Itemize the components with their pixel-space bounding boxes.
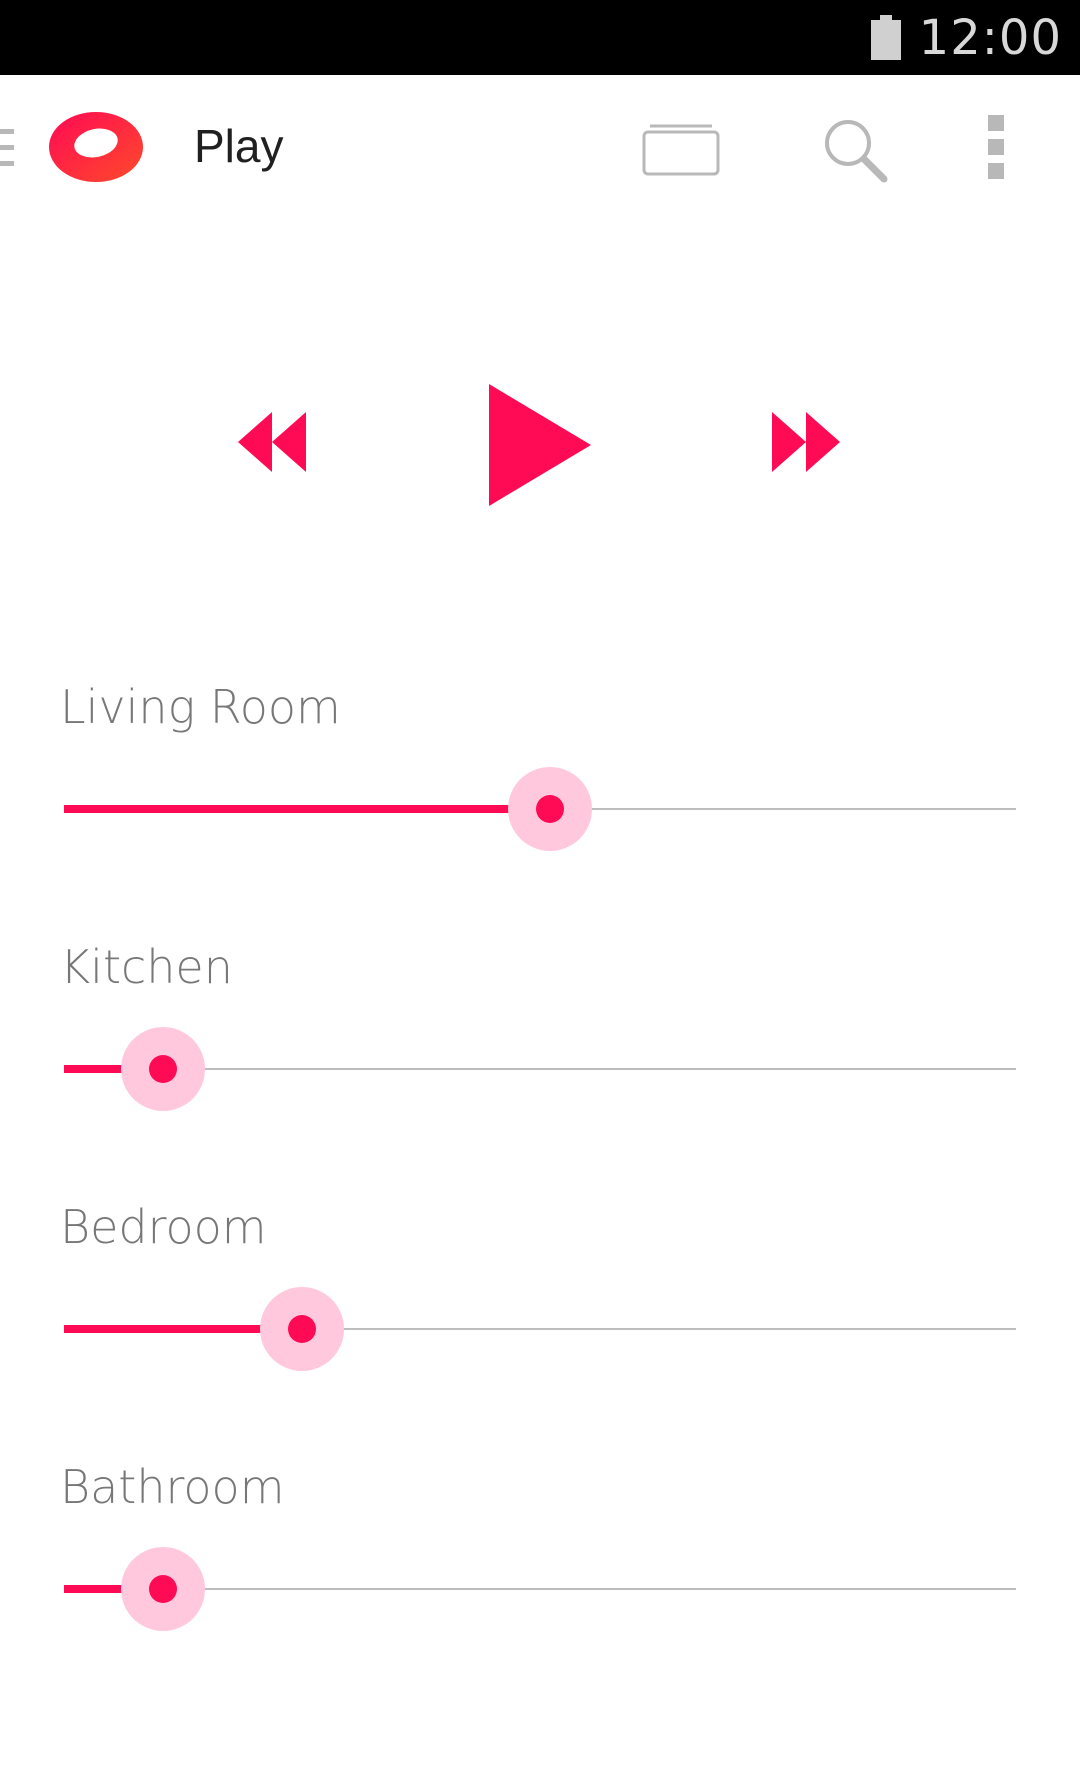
slider-fill [64, 805, 550, 813]
drawer-icon[interactable] [0, 129, 14, 169]
rewind-icon[interactable] [238, 412, 308, 472]
search-icon[interactable] [820, 115, 890, 185]
app-title: Play [194, 120, 284, 172]
action-bar: Play [0, 75, 1080, 225]
overflow-menu-icon[interactable] [986, 115, 1006, 179]
room-label: Bathroom [60, 1460, 285, 1514]
room-item-kitchen: Kitchen [0, 940, 1080, 1140]
room-item-bathroom: Bathroom [0, 1460, 1080, 1660]
slider-track[interactable] [64, 1588, 1016, 1590]
play-icon[interactable] [485, 384, 595, 506]
room-item-living-room: Living Room [0, 680, 1080, 880]
cast-icon[interactable] [642, 120, 720, 176]
volume-slider[interactable] [64, 1544, 1016, 1634]
battery-icon [870, 15, 901, 60]
slider-thumb[interactable] [288, 1315, 316, 1343]
fast-forward-icon[interactable] [772, 412, 842, 472]
slider-thumb[interactable] [149, 1575, 177, 1603]
app-logo [49, 112, 143, 182]
slider-track[interactable] [64, 1068, 1016, 1070]
room-label: Living Room [60, 680, 341, 734]
slider-thumb[interactable] [149, 1055, 177, 1083]
slider-thumb[interactable] [535, 795, 564, 823]
room-item-bedroom: Bedroom [0, 1200, 1080, 1400]
room-label: Bedroom [60, 1200, 267, 1254]
status-clock: 12:00 [918, 9, 1062, 66]
transport-controls [0, 370, 1080, 510]
status-bar: 12:00 [0, 0, 1080, 75]
volume-slider[interactable] [64, 764, 1016, 854]
room-label: Kitchen [60, 940, 233, 994]
volume-slider[interactable] [64, 1024, 1016, 1114]
volume-slider[interactable] [64, 1284, 1016, 1374]
